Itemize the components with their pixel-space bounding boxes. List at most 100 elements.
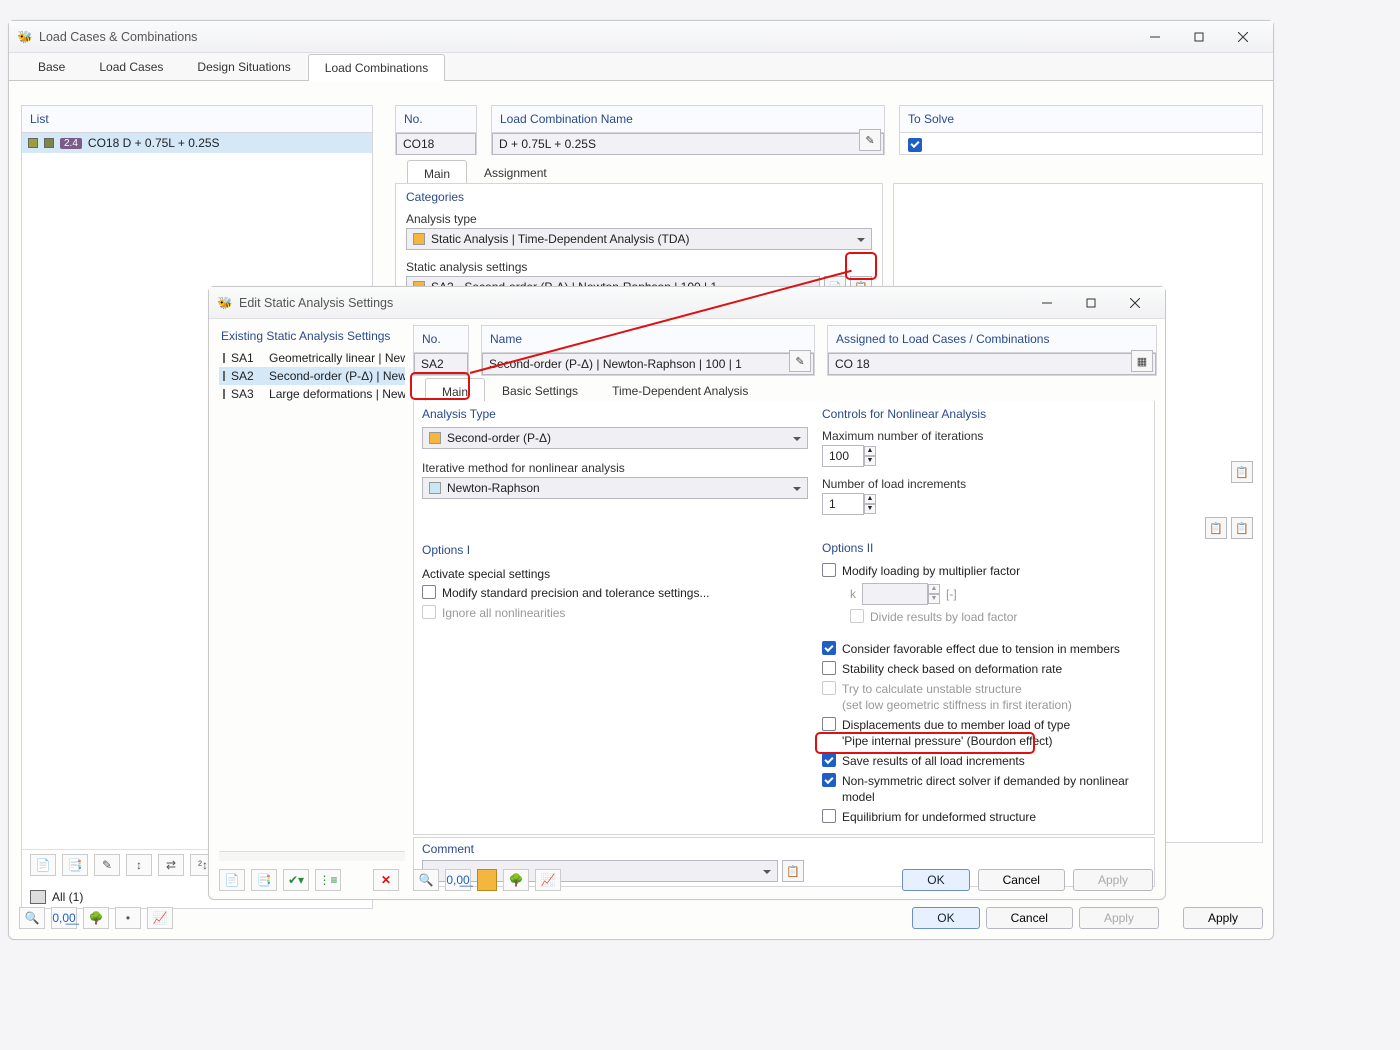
dlg-delete-icon[interactable]: ✕ — [373, 869, 399, 891]
iter-method-select[interactable]: Newton-Raphson — [422, 477, 808, 499]
tab-base[interactable]: Base — [21, 53, 82, 80]
tab-load-combinations[interactable]: Load Combinations — [308, 54, 445, 81]
graph-icon[interactable]: 📈 — [147, 907, 173, 929]
search-icon[interactable]: 🔍 — [19, 907, 45, 929]
scroll-track[interactable] — [219, 851, 405, 861]
dialog-main-panel: Analysis Type Second-order (P-Δ) Iterati… — [413, 401, 1155, 835]
comment-more-icon[interactable]: 📋 — [782, 860, 804, 882]
dlg-assign-value[interactable]: CO 18 — [828, 353, 1156, 375]
renumber-icon[interactable]: ↕ — [126, 854, 152, 876]
divide-checkbox — [850, 609, 864, 623]
stability-checkbox[interactable] — [822, 661, 836, 675]
dlg-copy-icon[interactable]: 📑 — [251, 869, 277, 891]
analysis-type-select[interactable]: Static Analysis | Time-Dependent Analysi… — [406, 228, 872, 250]
categories-title: Categories — [406, 190, 872, 208]
name-value[interactable]: D + 0.75L + 0.25S — [492, 133, 884, 155]
cancel-button[interactable]: Cancel — [986, 907, 1073, 929]
favorable-checkbox[interactable] — [822, 641, 836, 655]
controls-title: Controls for Nonlinear Analysis — [822, 407, 1146, 421]
dialog-top-fields: No. SA2 Name Second-order (P-Δ) | Newton… — [413, 325, 1157, 376]
dlg-tree-icon[interactable]: 🌳 — [503, 869, 529, 891]
dlg-cancel-button[interactable]: Cancel — [978, 869, 1065, 891]
unstable-label: Try to calculate unstable structure(set … — [842, 681, 1146, 713]
dlg-assign-label: Assigned to Load Cases / Combinations — [828, 326, 1156, 353]
dlg-ok-button[interactable]: OK — [902, 869, 969, 891]
dlg-col-left: Analysis Type Second-order (P-Δ) Iterati… — [422, 407, 808, 621]
incr-spin[interactable]: 1▲▼ — [822, 493, 1146, 515]
close-button[interactable] — [1221, 23, 1265, 51]
edit-name-icon[interactable]: ✎ — [859, 129, 881, 151]
dialog-close-button[interactable] — [1113, 289, 1157, 317]
dlg-no-label: No. — [414, 326, 468, 353]
dlg-color-swatch[interactable] — [477, 869, 497, 891]
modify-precision-label: Modify standard precision and tolerance … — [442, 585, 808, 601]
maximize-button[interactable] — [1177, 23, 1221, 51]
dialog-left-toolbar: 📄 📑 ✔▾ ⋮≡ ✕ — [219, 869, 399, 891]
swap-icon[interactable]: ⇄ — [158, 854, 184, 876]
dlg-new-icon[interactable]: 📄 — [219, 869, 245, 891]
dialog-footer-buttons: OK Cancel Apply — [902, 869, 1153, 891]
dlg-edit-name-icon[interactable]: ✎ — [789, 350, 811, 372]
decimals-icon[interactable]: 0,0̲0̲ — [51, 907, 77, 929]
multiplier-checkbox[interactable] — [822, 563, 836, 577]
filter-text: All (1) — [52, 890, 83, 904]
side-icon-b2[interactable]: 📋 — [1231, 517, 1253, 539]
sas-row-1[interactable]: SA1 Geometrically linear | Newton- — [219, 349, 405, 367]
dlg-tab-tda[interactable]: Time-Dependent Analysis — [595, 377, 765, 404]
dlg-search-icon[interactable]: 🔍 — [413, 869, 439, 891]
sas-row-3[interactable]: SA3 Large deformations | Newton- — [219, 385, 405, 403]
modify-precision-checkbox[interactable] — [422, 585, 436, 599]
new-icon[interactable]: 📄 — [30, 854, 56, 876]
dlg-name-label: Name — [482, 326, 814, 353]
divide-label: Divide results by load factor — [870, 609, 1146, 625]
dlg-col-right: Controls for Nonlinear Analysis Maximum … — [822, 407, 1146, 825]
dialog-maximize-button[interactable] — [1069, 289, 1113, 317]
save-increments-checkbox[interactable] — [822, 753, 836, 767]
dot-icon[interactable]: • — [115, 907, 141, 929]
dlg-assign-more-icon[interactable]: ▦ — [1131, 350, 1153, 372]
side-icon-a[interactable]: 📋 — [1231, 461, 1253, 483]
apply-button-disabled[interactable]: Apply — [1079, 907, 1159, 929]
dialog-minimize-button[interactable] — [1025, 289, 1069, 317]
ok-button[interactable]: OK — [912, 907, 979, 929]
tab-load-cases[interactable]: Load Cases — [82, 53, 180, 80]
window-title: Load Cases & Combinations — [39, 30, 1133, 44]
dlg-name-value[interactable]: Second-order (P-Δ) | Newton-Raphson | 10… — [482, 353, 814, 375]
unstable-checkbox — [822, 681, 836, 695]
copy-icon[interactable]: 📑 — [62, 854, 88, 876]
dlg-decimals-icon[interactable]: 0,0̲0̲ — [445, 869, 471, 891]
analysis-type-select2[interactable]: Second-order (P-Δ) — [422, 427, 808, 449]
tab-design-situations[interactable]: Design Situations — [180, 53, 307, 80]
edit-icon[interactable]: ✎ — [94, 854, 120, 876]
dlg-check-icon[interactable]: ✔▾ — [283, 869, 309, 891]
max-iter-spin[interactable]: 100▲▼ — [822, 445, 1146, 467]
apply-button[interactable]: Apply — [1183, 907, 1263, 929]
equilibrium-label: Equilibrium for undeformed structure — [842, 809, 1146, 825]
options1-title: Options I — [422, 543, 808, 557]
dlg-graph-icon[interactable]: 📈 — [535, 869, 561, 891]
dlg-no-value[interactable]: SA2 — [414, 353, 468, 375]
k-row: k ▲▼ [-] — [850, 583, 1146, 605]
side-icon-b1[interactable]: 📋 — [1205, 517, 1227, 539]
tree-icon[interactable]: 🌳 — [83, 907, 109, 929]
row-swatch-a — [28, 138, 38, 148]
nonsymmetric-checkbox[interactable] — [822, 773, 836, 787]
dialog-window: 🐝 Edit Static Analysis Settings Existing… — [208, 286, 1166, 900]
equilibrium-checkbox[interactable] — [822, 809, 836, 823]
existing-title: Existing Static Analysis Settings — [219, 325, 405, 349]
sas-row-2[interactable]: SA2 Second-order (P-Δ) | Newton-R — [219, 367, 405, 385]
dlg-check2-icon[interactable]: ⋮≡ — [315, 869, 341, 891]
favorable-label: Consider favorable effect due to tension… — [842, 641, 1146, 657]
filter-swatch[interactable] — [30, 890, 46, 904]
save-increments-label: Save results of all load increments — [842, 753, 1146, 769]
no-value[interactable]: CO18 — [396, 133, 476, 155]
existing-settings-panel: Existing Static Analysis Settings SA1 Ge… — [219, 325, 405, 861]
solve-checkbox[interactable] — [908, 138, 922, 152]
minimize-button[interactable] — [1133, 23, 1177, 51]
dlg-tab-basic[interactable]: Basic Settings — [485, 377, 595, 404]
dlg-apply-button[interactable]: Apply — [1073, 869, 1153, 891]
row-swatch-b — [44, 138, 54, 148]
displacements-checkbox[interactable] — [822, 717, 836, 731]
subtab-assignment[interactable]: Assignment — [467, 159, 564, 186]
list-row[interactable]: 2.4 CO18 D + 0.75L + 0.25S — [22, 133, 372, 153]
